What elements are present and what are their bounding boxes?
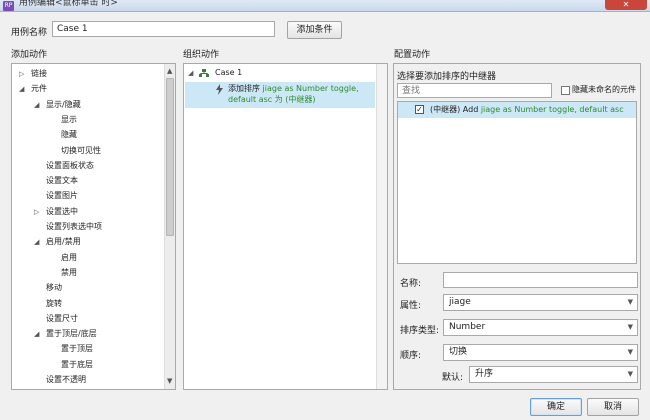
action-tree-item[interactable]: 旋转 <box>46 298 62 310</box>
action-tree-scrollbar[interactable]: ▲ ▼ <box>164 64 175 389</box>
action-tree-item[interactable]: 置于底层 <box>61 359 93 371</box>
scroll-down-icon[interactable]: ▼ <box>167 375 172 387</box>
close-window-button[interactable]: ✕ <box>605 0 647 10</box>
add-action-header: 添加动作 <box>11 50 48 60</box>
choose-repeater-label: 选择要添加排序的中继器 <box>397 72 497 82</box>
action-tree-item[interactable]: 禁用 <box>61 267 77 279</box>
collapse-arrow-icon[interactable]: ◢ <box>34 99 39 111</box>
expand-arrow-icon[interactable]: ▷ <box>19 68 24 80</box>
action-tree-item[interactable]: 移动 <box>46 282 62 294</box>
order-value: 切换 <box>449 347 468 357</box>
chevron-down-icon: ▼ <box>627 370 633 378</box>
repeater-list-item[interactable]: ✓ (中继器) Add jiage as Number toggle, defa… <box>398 102 636 118</box>
action-tree-panel: ▷ 链接 ◢ 元件 ◢ 显示/隐藏显示隐藏切换可见性设置面板状态 设置文本设置图片 ▷ 设置选中… <box>11 63 176 390</box>
action-tree-item[interactable]: 显示/隐藏 <box>46 99 81 111</box>
action-tree-item[interactable]: 设置文本 <box>46 175 78 187</box>
collapse-arrow-icon[interactable]: ◢ <box>34 328 39 340</box>
config-panel: 选择要添加排序的中继器 隐藏未命名的元件 ✓ (中继器) Add jiage a… <box>393 63 641 390</box>
organize-action-panel: ◢ Case 1 添加排序 jiage as Number toggle, de… <box>183 63 388 390</box>
property-select[interactable]: jiage ▼ <box>443 294 638 311</box>
action-tree-item[interactable]: 设置选中 <box>46 206 78 218</box>
add-condition-button[interactable]: 添加条件 <box>287 21 342 39</box>
default-label: 默认: <box>442 373 464 383</box>
repeater-search-input[interactable] <box>397 83 552 98</box>
action-tree-item[interactable]: 链接 <box>31 68 47 80</box>
action-tree-item[interactable]: 切换可见性 <box>61 145 101 157</box>
repeater-list: ✓ (中继器) Add jiage as Number toggle, defa… <box>397 101 637 264</box>
organize-action-header: 组织动作 <box>183 50 220 60</box>
action-prefix: 添加排序 <box>228 84 263 93</box>
default-value: 升序 <box>475 369 494 379</box>
chevron-down-icon: ▼ <box>627 323 633 331</box>
action-tree-item[interactable]: 设置列表选中项 <box>46 221 102 233</box>
sort-type-select[interactable]: Number ▼ <box>443 319 638 336</box>
repeater-item-text: (中继器) Add jiage as Number toggle, defaul… <box>430 104 624 115</box>
name-label: 名称: <box>400 279 422 289</box>
order-select[interactable]: 切换 ▼ <box>443 344 638 361</box>
case-node-label[interactable]: Case 1 <box>215 67 242 79</box>
cancel-button[interactable]: 取消 <box>587 398 639 416</box>
property-label: 属性: <box>400 301 422 311</box>
scroll-up-icon[interactable]: ▲ <box>167 65 172 77</box>
repeater-item-prefix: (中继器) Add <box>430 105 481 114</box>
action-tree-item[interactable]: 显示 <box>61 114 77 126</box>
chevron-down-icon: ▼ <box>627 348 633 356</box>
title-bar: RP 用例编辑<鼠标单击 时> ✕ <box>0 0 650 12</box>
name-input[interactable] <box>443 272 638 288</box>
hide-unnamed-label: 隐藏未命名的元件 <box>572 85 636 94</box>
sort-type-label: 排序类型: <box>400 326 440 336</box>
default-select[interactable]: 升序 ▼ <box>469 366 638 383</box>
property-value: jiage <box>449 297 471 307</box>
action-tree-item[interactable]: 设置尺寸 <box>46 313 78 325</box>
order-label: 顺序: <box>400 351 422 361</box>
action-description: 添加排序 jiage as Number toggle, default asc… <box>228 83 376 105</box>
action-tree-item[interactable]: 启用/禁用 <box>46 236 81 248</box>
action-tree-item[interactable]: 置于顶层/底层 <box>46 328 97 340</box>
case-expand-icon[interactable]: ◢ <box>188 67 193 79</box>
case-name-label: 用例名称 <box>11 28 48 38</box>
action-tree-item[interactable]: 元件 <box>31 83 47 95</box>
expand-arrow-icon[interactable]: ▷ <box>34 206 39 218</box>
action-tree-item[interactable]: 启用 <box>61 252 77 264</box>
action-tree-item[interactable]: 隐藏 <box>61 129 77 141</box>
selected-action-row[interactable]: 添加排序 jiage as Number toggle, default asc… <box>185 82 375 108</box>
ok-button[interactable]: 确定 <box>530 398 582 416</box>
action-tree-item[interactable]: 设置不透明 <box>46 374 86 386</box>
window-title: 用例编辑<鼠标单击 时> <box>19 0 118 8</box>
action-tree-item[interactable]: 置于顶层 <box>61 343 93 355</box>
sort-type-value: Number <box>449 322 486 332</box>
action-tree-item[interactable]: 设置图片 <box>46 190 78 202</box>
repeater-checkbox[interactable]: ✓ <box>415 105 424 114</box>
app-logo-icon: RP <box>3 1 14 11</box>
hide-unnamed-checkbox[interactable] <box>561 86 570 95</box>
collapse-arrow-icon[interactable]: ◢ <box>34 236 39 248</box>
scroll-thumb[interactable] <box>166 78 174 236</box>
chevron-down-icon: ▼ <box>627 298 633 306</box>
lightning-icon <box>216 84 223 95</box>
config-action-header: 配置动作 <box>394 50 431 60</box>
action-tree-item[interactable]: 设置面板状态 <box>46 160 94 172</box>
case-tree-icon <box>199 69 209 77</box>
case-name-input[interactable] <box>52 21 275 37</box>
organize-scrollbar[interactable] <box>376 64 387 389</box>
collapse-arrow-icon[interactable]: ◢ <box>19 83 24 95</box>
repeater-item-detail: jiage as Number toggle, default asc <box>480 105 624 114</box>
